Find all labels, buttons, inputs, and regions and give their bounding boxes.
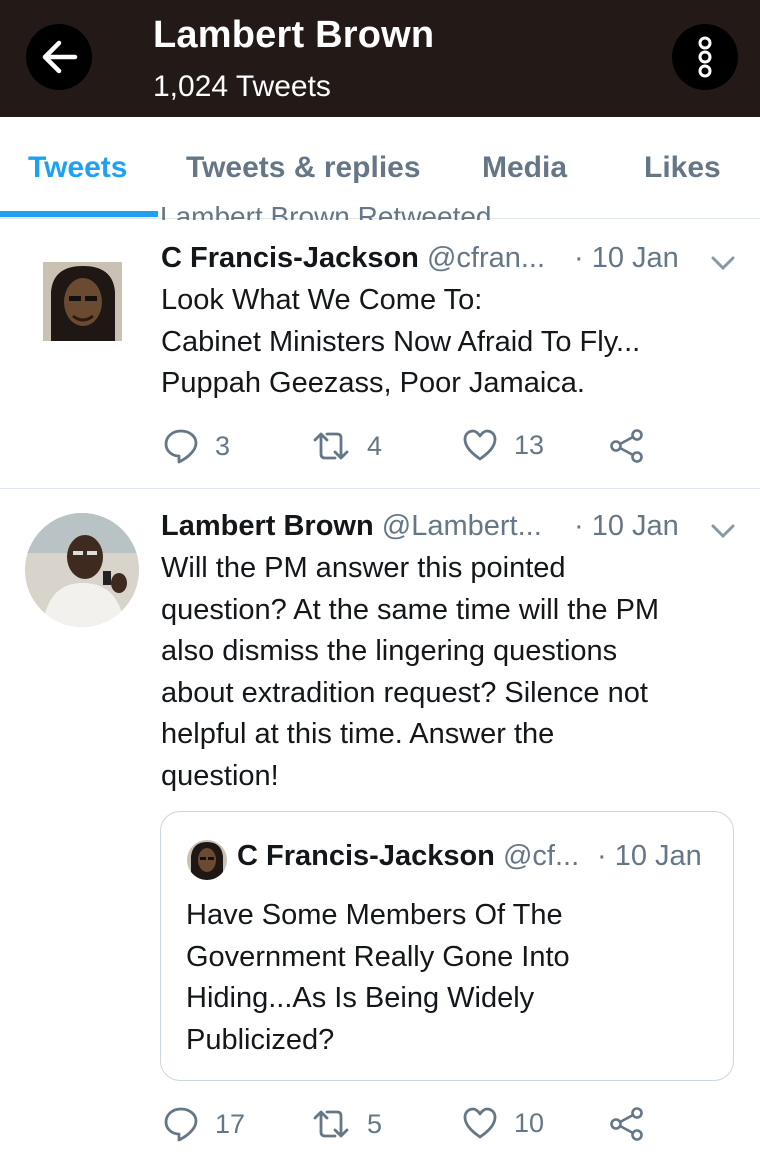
reply-button[interactable]: 17: [163, 1106, 245, 1142]
back-button[interactable]: [26, 24, 92, 90]
quoted-date-line: · 10 Jan: [597, 840, 702, 873]
tab-tweets-replies[interactable]: Tweets & replies: [186, 151, 421, 185]
arrow-left-icon: [42, 40, 78, 74]
like-count: 10: [514, 1107, 545, 1138]
retweet-icon: [313, 1110, 349, 1138]
retweet-button[interactable]: 5: [311, 1106, 382, 1142]
quoted-tweet-text: Have Some Members Of The Government Real…: [186, 895, 570, 1061]
like-count: 13: [514, 429, 545, 460]
tweet-text: Look What We Come To: Cabinet Ministers …: [161, 280, 640, 405]
share-icon: [610, 429, 643, 463]
profile-name: Lambert Brown: [153, 14, 435, 56]
reply-count: 17: [215, 1108, 246, 1139]
reply-button[interactable]: 3: [163, 428, 230, 464]
tweet-date[interactable]: · 10 Jan: [574, 242, 679, 274]
tweet-text-line: Have Some Members Of The: [186, 899, 563, 931]
reply-count: 3: [215, 430, 231, 461]
tab-tweets[interactable]: Tweets: [28, 151, 127, 185]
share-button[interactable]: [609, 428, 661, 464]
retweet-button[interactable]: 4: [311, 428, 382, 464]
author-handle[interactable]: @Lambert...: [382, 510, 542, 542]
tweet-text-line: Government Really Gone Into: [186, 940, 570, 973]
share-button[interactable]: [609, 1106, 661, 1142]
avatar[interactable]: [43, 262, 122, 341]
tweet-text-line: question!: [161, 759, 279, 792]
tweet-date[interactable]: · 10 Jan: [574, 510, 679, 542]
quoted-author-name: C Francis-Jackson: [237, 840, 495, 872]
avatar[interactable]: [25, 513, 139, 627]
like-button[interactable]: 10: [462, 1106, 544, 1140]
retweet-icon: [313, 432, 349, 460]
tweet-date-line: · 10 Jan: [574, 242, 679, 275]
author-handle[interactable]: @cfran...: [427, 242, 545, 274]
tweet-text-line: Look What We Come To:: [161, 284, 483, 316]
tweet-text-line: also dismiss the lingering questions: [161, 635, 618, 668]
active-tab-indicator: [0, 211, 158, 217]
more-vertical-icon: [698, 36, 712, 78]
author-name[interactable]: C Francis-Jackson: [161, 242, 419, 274]
quoted-author-line: C Francis-Jackson @cf...: [237, 840, 579, 873]
more-options-button[interactable]: [672, 24, 738, 90]
avatar-image: [25, 513, 139, 627]
author-name[interactable]: Lambert Brown: [161, 510, 374, 542]
tweet-text-line: Publicized?: [186, 1023, 335, 1056]
reply-icon: [164, 1107, 198, 1142]
tweet-text-line: Hiding...As Is Being Widely: [186, 982, 535, 1015]
quoted-author-handle: @cf...: [502, 840, 580, 872]
share-icon: [610, 1107, 643, 1141]
profile-header: Lambert Brown 1,024 Tweets: [0, 0, 760, 117]
tweet-author-line: Lambert Brown @Lambert...: [161, 510, 542, 543]
tweet-text-line: Puppah Geezass, Poor Jamaica.: [161, 367, 585, 400]
retweet-count: 5: [367, 1108, 383, 1139]
retweet-count: 4: [367, 430, 383, 461]
quoted-date: · 10 Jan: [597, 840, 702, 872]
chevron-down-icon[interactable]: [710, 522, 736, 540]
divider: [0, 488, 760, 489]
tweet-text-line: about extradition request? Silence not: [161, 676, 648, 709]
like-button[interactable]: 13: [462, 428, 544, 462]
tab-likes[interactable]: Likes: [644, 151, 721, 185]
tweet-text-line: helpful at this time. Answer the: [161, 718, 555, 751]
avatar-image: [187, 840, 227, 880]
heart-icon: [463, 429, 497, 461]
tweet-count: 1,024 Tweets: [153, 70, 331, 103]
quoted-tweet[interactable]: C Francis-Jackson @cf... · 10 Jan Have S…: [160, 811, 734, 1081]
tweet-date-line: · 10 Jan: [574, 510, 679, 543]
quoted-avatar: [187, 840, 227, 880]
tweet-text-line: question? At the same time will the PM: [161, 593, 660, 626]
tweet-text-line: Cabinet Ministers Now Afraid To Fly...: [161, 325, 641, 358]
chevron-down-icon[interactable]: [710, 254, 736, 272]
tab-media[interactable]: Media: [482, 151, 567, 185]
tweet-author-line: C Francis-Jackson @cfran...: [161, 242, 545, 275]
reply-icon: [164, 429, 198, 464]
heart-icon: [463, 1107, 497, 1139]
tweet-text: Will the PM answer this pointed question…: [161, 548, 659, 798]
avatar-image: [43, 262, 122, 341]
retweeted-label: Lambert Brown Retweeted: [160, 201, 492, 220]
tweet-text-line: Will the PM answer this pointed: [161, 552, 566, 584]
